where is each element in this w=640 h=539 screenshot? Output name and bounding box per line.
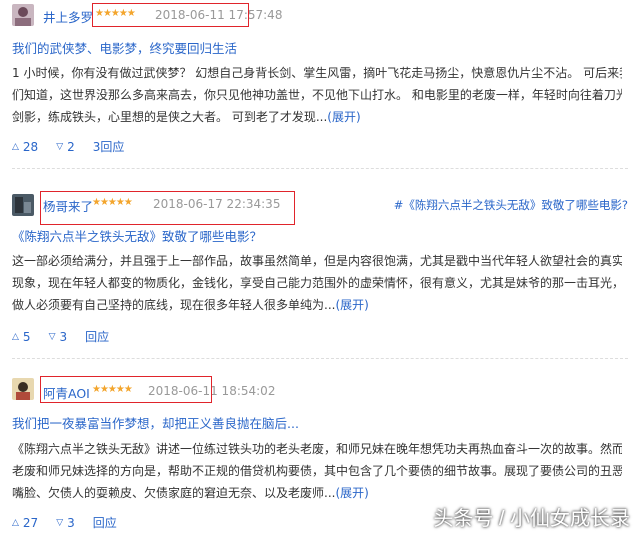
arrow-down-icon: ▽ bbox=[56, 517, 64, 528]
review-body: 《陈翔六点半之铁头无敌》讲述一位练过铁头功的老头老废，和师兄妹在晚年想凭功夫再热… bbox=[12, 438, 622, 504]
watermark-text: 头条号 / 小仙女成长录 bbox=[433, 508, 630, 530]
expand-link[interactable]: (展开) bbox=[327, 110, 360, 124]
review-body: 1 小时候，你有没有做过武侠梦？ 幻想自己身背长剑、掌生风雷，摘叶飞花走马扬尘，… bbox=[12, 62, 622, 128]
body-line: 做人必须要有自己坚持的底线，现在很多年轻人很多单纯为...(展开) bbox=[12, 298, 369, 312]
divider bbox=[12, 358, 628, 359]
review-actions: △ 5 ▽ 3 回应 bbox=[12, 328, 109, 345]
rating-stars: ★★★★★ bbox=[95, 8, 136, 19]
body-line: 剑影，练成铁头，心里想的是侠之大者。 可到老了才发现...(展开) bbox=[12, 110, 361, 124]
user-avatar[interactable] bbox=[12, 4, 34, 26]
body-line: 1 小时候，你有没有做过武侠梦？ 幻想自己身背长剑、掌生风雷，摘叶飞花走马扬尘，… bbox=[12, 66, 622, 80]
upvote-button[interactable]: △ 27 bbox=[12, 516, 38, 530]
review-title[interactable]: 《陈翔六点半之铁头无敌》致敬了哪些电影？ bbox=[12, 226, 262, 245]
body-line: 现象，现在年轻人都变的物质化，金钱化，享受自己能力范围外的虚荣情怀，很有意义，尤… bbox=[12, 276, 622, 290]
arrow-up-icon: △ bbox=[12, 517, 19, 528]
expand-link[interactable]: (展开) bbox=[335, 298, 368, 312]
review-title[interactable]: 我们把一夜暴富当作梦想，却把正义善良抛在脑后... bbox=[12, 413, 299, 432]
reply-button[interactable]: 回应 bbox=[85, 328, 109, 345]
reply-button[interactable]: 3回应 bbox=[93, 138, 125, 155]
username[interactable]: 井上多罗 bbox=[43, 7, 93, 26]
expand-link[interactable]: (展开) bbox=[335, 486, 368, 500]
body-line: 嘴脸、欠债人的耍赖皮、欠债家庭的窘迫无奈、以及老废师...(展开) bbox=[12, 486, 369, 500]
arrow-up-icon: △ bbox=[12, 331, 19, 342]
body-line: 《陈翔六点半之铁头无敌》讲述一位练过铁头功的老头老废，和师兄妹在晚年想凭功夫再热… bbox=[12, 442, 622, 456]
username[interactable]: 阿青AOI bbox=[43, 383, 90, 402]
rating-stars: ★★★★★ bbox=[92, 197, 133, 208]
review-timestamp: 2018-06-17 22:34:35 bbox=[153, 197, 281, 211]
body-line: 这一部必须给满分，并且强于上一部作品，故事虽然简单，但是内容很饱满，尤其是戳中当… bbox=[12, 254, 622, 268]
review-timestamp: 2018-06-11 18:54:02 bbox=[148, 384, 276, 398]
review-actions: △ 27 ▽ 3 回应 bbox=[12, 514, 117, 531]
upvote-button[interactable]: △ 28 bbox=[12, 140, 38, 154]
arrow-up-icon: △ bbox=[12, 141, 19, 152]
user-avatar[interactable] bbox=[12, 378, 34, 400]
review-actions: △ 28 ▽ 2 3回应 bbox=[12, 138, 124, 155]
body-line: 们知道，这世界没那么多高来高去，你只见他神功盖世，不见他下山打水。 和电影里的老… bbox=[12, 88, 622, 102]
rating-stars: ★★★★★ bbox=[92, 384, 133, 395]
arrow-down-icon: ▽ bbox=[48, 331, 56, 342]
downvote-button[interactable]: ▽ 3 bbox=[49, 330, 68, 344]
username[interactable]: 杨哥来了 bbox=[43, 196, 93, 215]
downvote-button[interactable]: ▽ 2 bbox=[56, 140, 75, 154]
user-avatar[interactable] bbox=[12, 194, 34, 216]
body-line: 老废和师兄妹选择的方向是，帮助不正规的借贷机构要债，其中包含了几个要债的细节故事… bbox=[12, 464, 622, 478]
reply-button[interactable]: 回应 bbox=[93, 514, 117, 531]
divider bbox=[12, 168, 628, 169]
review-timestamp: 2018-06-11 17:57:48 bbox=[155, 8, 283, 22]
arrow-down-icon: ▽ bbox=[56, 141, 64, 152]
topic-tag-link[interactable]: #《陈翔六点半之铁头无敌》致敬了哪些电影? bbox=[394, 197, 628, 213]
downvote-button[interactable]: ▽ 3 bbox=[56, 516, 75, 530]
review-title[interactable]: 我们的武侠梦、电影梦，终究要回归生活 bbox=[12, 38, 237, 57]
review-body: 这一部必须给满分，并且强于上一部作品，故事虽然简单，但是内容很饱满，尤其是戳中当… bbox=[12, 250, 622, 316]
upvote-button[interactable]: △ 5 bbox=[12, 330, 31, 344]
